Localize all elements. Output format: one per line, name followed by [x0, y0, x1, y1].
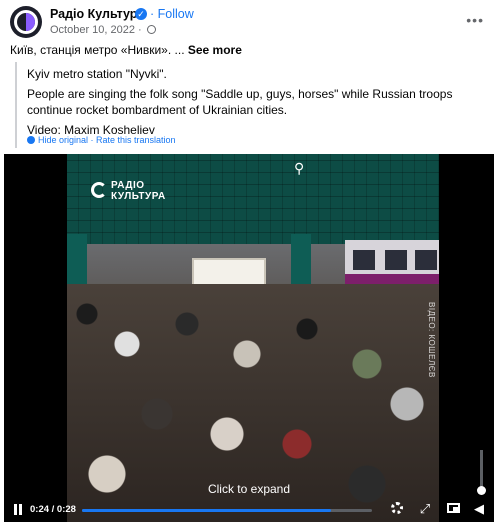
volume-slider-handle[interactable] [477, 486, 486, 495]
page-name-link[interactable]: Радіо Культура [50, 7, 144, 21]
translation-line-1: Kyiv metro station "Nyvki". [27, 67, 167, 81]
post-caption: Київ, станція метро «Нивки». ... See mor… [10, 43, 242, 57]
globe-icon [146, 25, 156, 34]
pause-icon[interactable] [13, 504, 23, 515]
verified-badge-icon: ✓ [135, 8, 147, 20]
translation-actions[interactable]: Hide original · Rate this translation [27, 135, 176, 145]
page-avatar[interactable] [10, 6, 42, 38]
video-player[interactable]: РАДІО КУЛЬТУРА ⚲ ВІДЕО: КОШЕЛЄВ Click to… [4, 154, 494, 522]
settings-gear-icon[interactable] [390, 502, 404, 516]
follow-button[interactable]: · Follow [150, 7, 194, 21]
more-options-icon[interactable]: ••• [466, 12, 484, 28]
volume-slider-track[interactable] [480, 450, 483, 490]
click-to-expand-hint[interactable]: Click to expand [4, 482, 494, 496]
translate-gear-icon [27, 136, 35, 144]
video-logo-text: РАДІО КУЛЬТУРА [111, 180, 166, 202]
progress-bar[interactable] [82, 509, 372, 512]
fullscreen-expand-icon[interactable]: ⤢ [418, 502, 432, 516]
caption-text: Київ, станція метро «Нивки». ... [10, 43, 185, 57]
translation-line-2: People are singing the folk song "Saddle… [27, 87, 453, 117]
video-watermark: ВІДЕО: КОШЕЛЄВ [427, 302, 436, 378]
picture-in-picture-icon[interactable] [446, 502, 460, 516]
translation-block: Kyiv metro station "Nyvki". People are s… [15, 62, 485, 148]
video-controls: 0:24 / 0:28 ⤢ ◀ [4, 498, 494, 522]
video-frame: РАДІО КУЛЬТУРА ⚲ [67, 154, 439, 522]
logo-line-2: КУЛЬТУРА [111, 191, 166, 202]
post-meta: October 10, 2022 · [50, 24, 156, 36]
post-date[interactable]: October 10, 2022 · [50, 24, 142, 36]
radio-logo-icon [91, 182, 107, 198]
translation-actions-label[interactable]: Hide original · Rate this translation [38, 135, 176, 145]
ceiling-sign-icon: ⚲ [294, 160, 305, 176]
train-window [415, 250, 437, 270]
post-header: Радіо Культура ✓ · Follow October 10, 20… [10, 6, 488, 38]
video-time: 0:24 / 0:28 [30, 504, 76, 515]
train-window [385, 250, 407, 270]
see-more-link[interactable]: See more [188, 43, 242, 57]
logo-line-1: РАДІО [111, 180, 145, 191]
train-window [353, 250, 375, 270]
volume-icon[interactable]: ◀ [472, 502, 486, 516]
progress-fill [82, 509, 331, 512]
